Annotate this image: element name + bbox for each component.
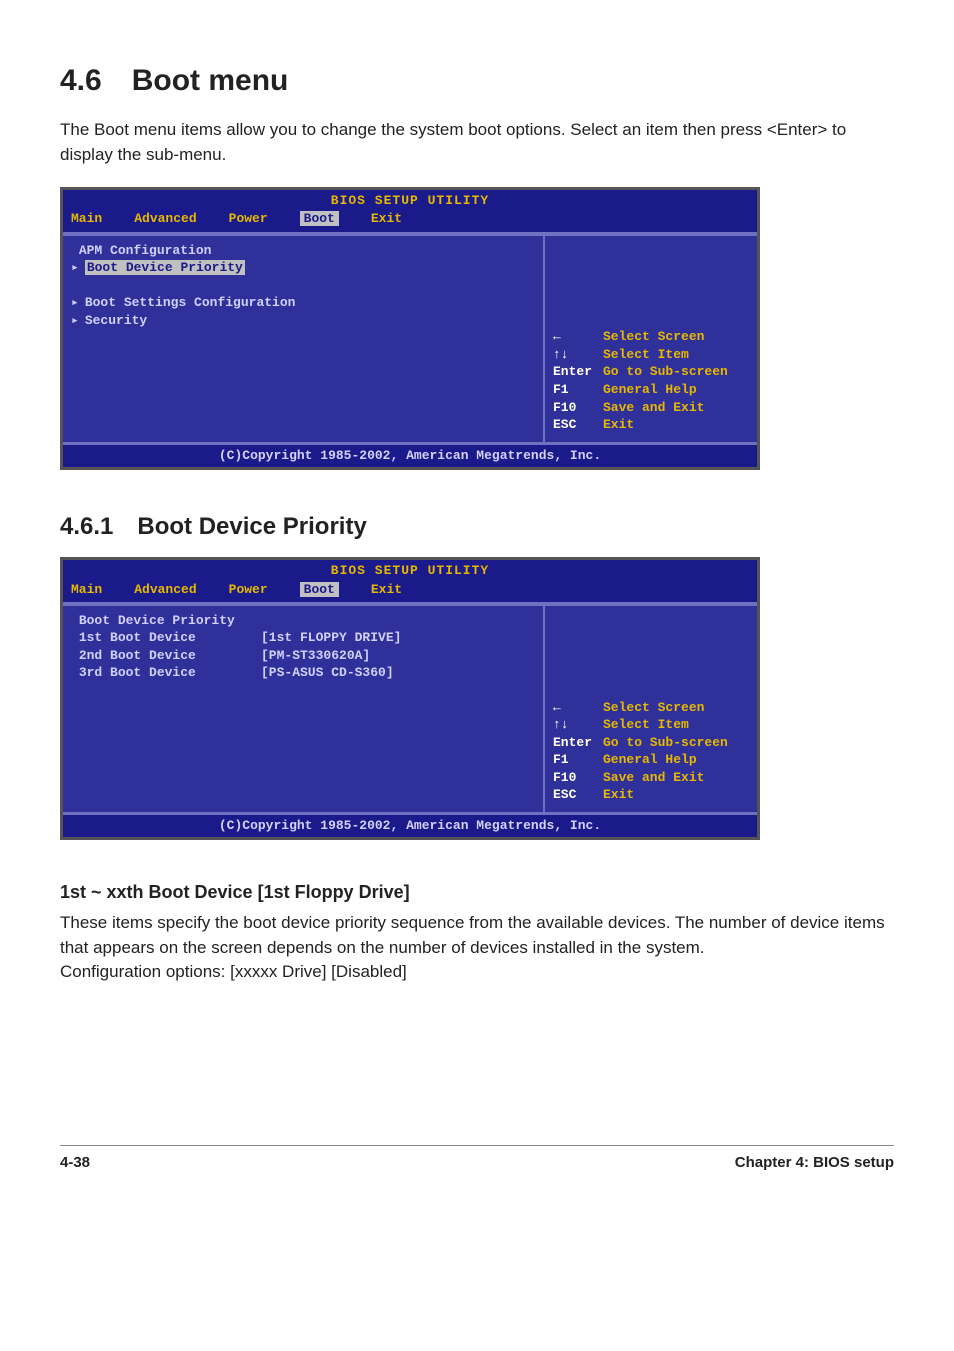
bios-left-pane: Boot Device Priority 1st Boot Device[1st… [63, 604, 545, 814]
option-doc-body: These items specify the boot device prio… [60, 911, 894, 960]
option-doc-config: Configuration options: [xxxxx Drive] [Di… [60, 960, 894, 985]
tab-advanced[interactable]: Advanced [134, 211, 196, 226]
hint-f10: F10Save and Exit [553, 399, 749, 417]
bios-titlebar: BIOS SETUP UTILITY [63, 560, 757, 580]
hint-f1: F1General Help [553, 381, 749, 399]
submenu-arrow-icon: ▸ [71, 313, 79, 328]
bios-title: BIOS SETUP UTILITY [63, 562, 757, 580]
bios-copyright: (C)Copyright 1985-2002, American Megatre… [63, 444, 757, 467]
bios-body: APM Configuration ▸Boot Device Priority … [63, 234, 757, 444]
tab-exit[interactable]: Exit [371, 582, 402, 597]
bios-help-pane: ←Select Screen ↑↓Select Item EnterGo to … [545, 234, 757, 444]
hint-enter: EnterGo to Sub-screen [553, 363, 749, 381]
option-3rd-boot-device[interactable]: 3rd Boot Device[PS-ASUS CD-S360] [71, 664, 535, 682]
footer-rule [60, 1145, 894, 1146]
chapter-label: Chapter 4: BIOS setup [735, 1152, 894, 1173]
section-heading: 4.6 Boot menu [60, 60, 894, 102]
page-number: 4-38 [60, 1152, 90, 1173]
submenu-arrow-icon: ▸ [71, 260, 79, 275]
bios-title: BIOS SETUP UTILITY [63, 192, 757, 210]
section-number: 4.6 [60, 64, 102, 97]
tab-main[interactable]: Main [71, 211, 102, 226]
tab-boot[interactable]: Boot [300, 211, 339, 226]
tab-power[interactable]: Power [229, 211, 268, 226]
bios-body: Boot Device Priority 1st Boot Device[1st… [63, 604, 757, 814]
option-2nd-boot-device[interactable]: 2nd Boot Device[PM-ST330620A] [71, 647, 535, 665]
bios-tabs: Main Advanced Power Boot Exit [63, 581, 757, 604]
hint-esc: ESCExit [553, 786, 749, 804]
bios-help-list: ←Select Screen ↑↓Select Item EnterGo to … [553, 328, 749, 433]
section-title-text: Boot menu [132, 64, 289, 97]
tab-advanced[interactable]: Advanced [134, 582, 196, 597]
hint-select-screen: ←Select Screen [553, 328, 749, 346]
hint-select-item: ↑↓Select Item [553, 346, 749, 364]
subsection-number: 4.6.1 [60, 513, 113, 540]
bios-help-pane: ←Select Screen ↑↓Select Item EnterGo to … [545, 604, 757, 814]
bios-screenshot-boot-priority: BIOS SETUP UTILITY Main Advanced Power Boot… [60, 557, 760, 840]
bios-help-list: ←Select Screen ↑↓Select Item EnterGo to … [553, 699, 749, 804]
menu-boot-device-priority[interactable]: ▸Boot Device Priority [71, 259, 535, 277]
bios-screenshot-boot-menu: BIOS SETUP UTILITY Main Advanced Power Boot… [60, 187, 760, 470]
hint-esc: ESCExit [553, 416, 749, 434]
bios-tabs: Main Advanced Power Boot Exit [63, 210, 757, 233]
tab-boot[interactable]: Boot [300, 582, 339, 597]
section-intro: The Boot menu items allow you to change … [60, 118, 894, 167]
submenu-arrow-icon: ▸ [71, 295, 79, 310]
hint-enter: EnterGo to Sub-screen [553, 734, 749, 752]
menu-spacer [71, 277, 535, 295]
hint-select-item: ↑↓Select Item [553, 716, 749, 734]
tab-power[interactable]: Power [229, 582, 268, 597]
option-1st-boot-device[interactable]: 1st Boot Device[1st FLOPPY DRIVE] [71, 629, 535, 647]
bios-copyright: (C)Copyright 1985-2002, American Megatre… [63, 814, 757, 837]
hint-select-screen: ←Select Screen [553, 699, 749, 717]
hint-f1: F1General Help [553, 751, 749, 769]
subsection-heading: 4.6.1 Boot Device Priority [60, 510, 894, 544]
menu-security[interactable]: ▸Security [71, 312, 535, 330]
bios-section-header: APM Configuration [71, 242, 535, 260]
option-doc-heading: 1st ~ xxth Boot Device [1st Floppy Drive… [60, 880, 894, 905]
tab-main[interactable]: Main [71, 582, 102, 597]
bios-left-pane: APM Configuration ▸Boot Device Priority … [63, 234, 545, 444]
hint-f10: F10Save and Exit [553, 769, 749, 787]
bios-section-header: Boot Device Priority [71, 612, 535, 630]
menu-boot-settings-config[interactable]: ▸Boot Settings Configuration [71, 294, 535, 312]
subsection-title-text: Boot Device Priority [137, 513, 366, 540]
page-footer: 4-38 Chapter 4: BIOS setup [60, 1152, 894, 1173]
tab-exit[interactable]: Exit [371, 211, 402, 226]
bios-titlebar: BIOS SETUP UTILITY [63, 190, 757, 210]
